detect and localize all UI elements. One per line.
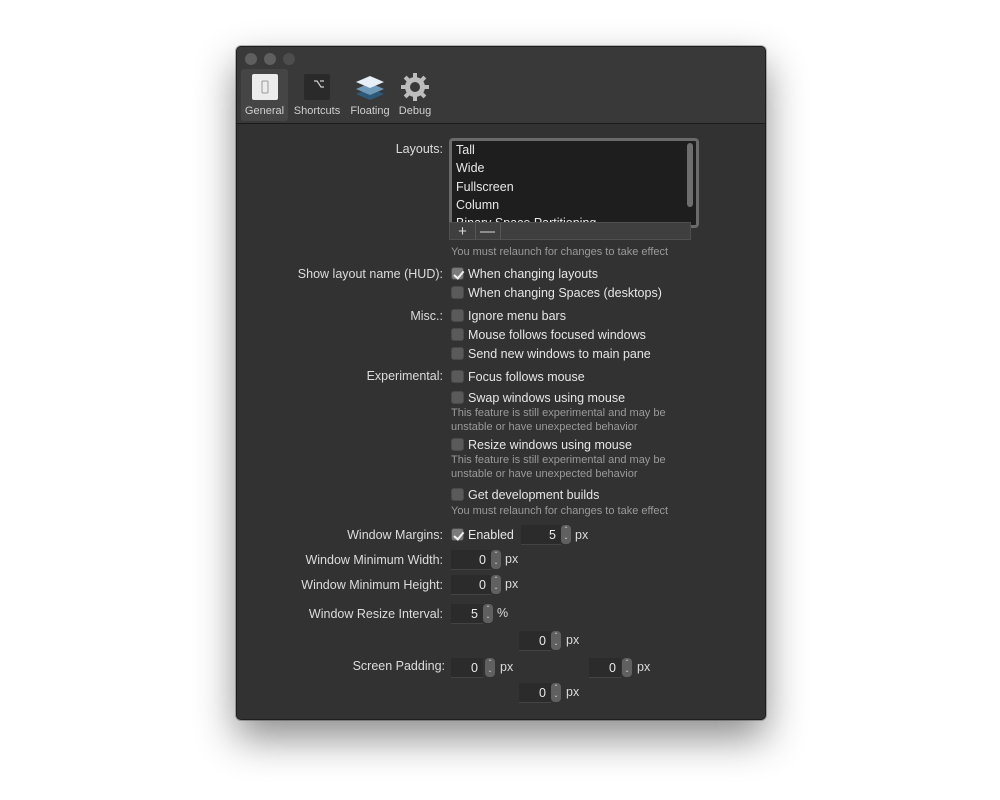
option-key-icon	[300, 71, 334, 103]
remove-layout-button[interactable]: —	[475, 223, 501, 240]
resize-note-line2: unstable or have unexpected behavior	[451, 468, 638, 480]
padding-top-stepper[interactable]: ⌃ ⌄	[551, 631, 561, 650]
padding-right-stepper[interactable]: ⌃ ⌄	[622, 658, 632, 677]
padding-right-input[interactable]: 0	[589, 658, 621, 678]
ignore-menu-bars-label: Ignore menu bars	[468, 309, 566, 323]
padding-left-unit: px	[500, 660, 514, 674]
resize-interval-unit: %	[497, 606, 509, 620]
padding-bottom-input[interactable]: 0	[519, 683, 551, 703]
padding-right-unit: px	[637, 660, 651, 674]
focus-follows-label: Focus follows mouse	[468, 370, 585, 384]
tab-floating[interactable]: Floating	[347, 69, 393, 121]
close-button[interactable]	[245, 53, 257, 65]
margins-stepper[interactable]: ⌃ ⌄	[561, 525, 571, 544]
list-item[interactable]: Column	[452, 196, 696, 214]
focus-follows-checkbox[interactable]	[451, 370, 464, 383]
layouts-button-bar: + —	[449, 222, 691, 240]
min-width-stepper[interactable]: ⌃ ⌄	[491, 550, 501, 569]
padding-left-stepper[interactable]: ⌃ ⌄	[485, 658, 495, 677]
gear-icon	[398, 71, 432, 103]
toolbar: General Shortcuts Floating Debug	[237, 47, 765, 124]
layers-icon	[353, 71, 387, 103]
misc-label: Misc.:	[410, 309, 443, 323]
window-margins-label: Window Margins:	[347, 528, 443, 542]
min-height-stepper[interactable]: ⌃ ⌄	[491, 575, 501, 594]
resize-note-line1: This feature is still experimental and m…	[451, 454, 666, 466]
scrollbar[interactable]	[687, 143, 693, 207]
hud-spaces-checkbox[interactable]	[451, 286, 464, 299]
swap-note-line2: unstable or have unexpected behavior	[451, 421, 638, 433]
resize-interval-stepper[interactable]: ⌃ ⌄	[483, 604, 493, 623]
min-width-label: Window Minimum Width:	[305, 553, 443, 567]
min-width-unit: px	[505, 552, 519, 566]
tab-shortcuts[interactable]: Shortcuts	[291, 69, 343, 121]
mouse-follows-label: Mouse follows focused windows	[468, 328, 646, 342]
experimental-label: Experimental:	[366, 369, 443, 383]
ignore-menu-bars-checkbox[interactable]	[451, 309, 464, 322]
min-height-input[interactable]: 0	[451, 575, 491, 595]
list-item[interactable]: Wide	[452, 159, 696, 177]
margins-enabled-checkbox[interactable]	[451, 528, 464, 541]
min-height-label: Window Minimum Height:	[301, 578, 443, 592]
mouse-follows-checkbox[interactable]	[451, 328, 464, 341]
min-height-unit: px	[505, 577, 519, 591]
padding-top-input[interactable]: 0	[519, 631, 551, 651]
screen-padding-label: Screen Padding:	[352, 659, 445, 673]
minimize-button[interactable]	[264, 53, 276, 65]
list-item[interactable]: Fullscreen	[452, 178, 696, 196]
general-switch-icon	[248, 71, 282, 103]
swap-note-line1: This feature is still experimental and m…	[451, 407, 666, 419]
tab-debug[interactable]: Debug	[395, 69, 435, 121]
min-width-input[interactable]: 0	[451, 550, 491, 570]
list-item[interactable]: Tall	[452, 141, 696, 159]
layouts-label: Layouts:	[395, 142, 443, 156]
layouts-list[interactable]: Tall Wide Fullscreen Column Binary Space…	[449, 138, 699, 228]
resize-windows-checkbox[interactable]	[451, 438, 464, 451]
dev-builds-note: You must relaunch for changes to take ef…	[451, 505, 669, 517]
hud-layouts-checkbox[interactable]	[451, 267, 464, 280]
hud-spaces-label: When changing Spaces (desktops)	[468, 286, 662, 300]
send-to-main-label: Send new windows to main pane	[468, 347, 651, 361]
resize-interval-label: Window Resize Interval:	[308, 607, 443, 621]
resize-interval-input[interactable]: 5	[451, 604, 483, 624]
padding-left-input[interactable]: 0	[451, 658, 483, 678]
preferences-window: General Shortcuts Floating Debug Layouts…	[236, 46, 766, 720]
swap-windows-label: Swap windows using mouse	[468, 391, 626, 405]
hud-label: Show layout name (HUD):	[297, 267, 443, 281]
margins-unit: px	[575, 528, 589, 542]
add-layout-button[interactable]: +	[450, 223, 476, 240]
zoom-button[interactable]	[283, 53, 295, 65]
margins-input[interactable]: 5	[521, 525, 561, 545]
hud-layouts-label: When changing layouts	[468, 267, 598, 281]
send-to-main-checkbox[interactable]	[451, 347, 464, 360]
dev-builds-label: Get development builds	[468, 488, 600, 502]
margins-enabled-label: Enabled	[468, 528, 514, 542]
resize-windows-label: Resize windows using mouse	[468, 438, 632, 452]
dev-builds-checkbox[interactable]	[451, 488, 464, 501]
tab-general[interactable]: General	[241, 69, 288, 121]
padding-bottom-stepper[interactable]: ⌃ ⌄	[551, 683, 561, 702]
relaunch-note: You must relaunch for changes to take ef…	[451, 246, 669, 258]
swap-windows-checkbox[interactable]	[451, 391, 464, 404]
padding-top-unit: px	[566, 633, 580, 647]
padding-bottom-unit: px	[566, 685, 580, 699]
